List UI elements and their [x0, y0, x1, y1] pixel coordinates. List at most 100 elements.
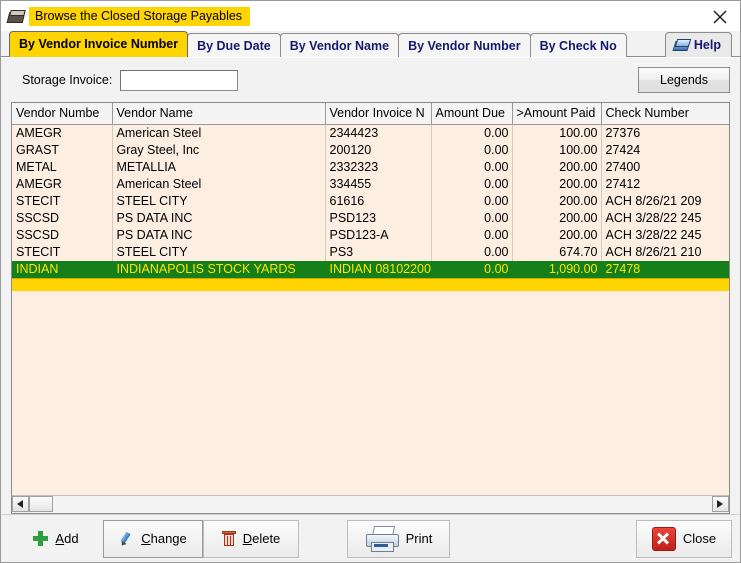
- change-label-rest: hange: [150, 531, 187, 546]
- cell-amount-due: 0.00: [431, 261, 513, 278]
- table-row[interactable]: INDIAN INDIANAPOLIS STOCK YARDS INDIAN 081…: [12, 261, 729, 278]
- column-header-vendor-invoice-number[interactable]: Vendor Invoice N: [325, 103, 432, 125]
- column-header-vendor-name[interactable]: Vendor Name: [112, 103, 326, 125]
- cell-amount-due: 0.00: [431, 227, 513, 244]
- table-row[interactable]: AMEGR American Steel 334455 0.00 200.00 27412: [12, 176, 729, 193]
- cell-vendor-invoice-number: 334455: [325, 176, 432, 193]
- tab-by-vendor-name[interactable]: By Vendor Name: [279, 33, 400, 57]
- delete-button[interactable]: Delete: [203, 519, 299, 558]
- tab-by-vendor-number[interactable]: By Vendor Number: [398, 33, 531, 57]
- pencil-icon: [119, 531, 134, 548]
- column-header-amount-paid[interactable]: >Amount Paid: [512, 103, 602, 125]
- cell-check-number: 27424: [601, 142, 729, 159]
- help-label: Help: [693, 37, 721, 52]
- tab-by-vendor-invoice-number[interactable]: By Vendor Invoice Number: [9, 31, 189, 57]
- selection-marker-strip: [12, 278, 729, 291]
- table-row[interactable]: GRAST Gray Steel, Inc 200120 0.00 100.00 2742…: [12, 142, 729, 159]
- column-header-amount-due[interactable]: Amount Due: [431, 103, 513, 125]
- cell-vendor-name: STEEL CITY: [112, 244, 326, 261]
- tab-by-check-no[interactable]: By Check No: [529, 33, 627, 57]
- title-bar: Browse the Closed Storage Payables: [1, 1, 740, 31]
- grid-header-table: Vendor Numbe Vendor Name Vendor Invoice …: [12, 103, 729, 125]
- cell-vendor-number: STECIT: [12, 244, 113, 261]
- cell-amount-paid: 100.00: [512, 142, 602, 159]
- tab-by-due-date[interactable]: By Due Date: [187, 33, 281, 57]
- table-row[interactable]: METAL METALLIA 2332323 0.00 200.00 27400: [12, 159, 729, 176]
- delete-label-rest: elete: [252, 531, 281, 546]
- cell-check-number: 27376: [601, 125, 729, 142]
- window-title: Browse the Closed Storage Payables: [29, 6, 251, 26]
- add-button[interactable]: Add: [9, 520, 103, 558]
- cell-amount-paid: 200.00: [512, 227, 602, 244]
- table-row[interactable]: SSCSD PS DATA INC PSD123 0.00 200.00 ACH 3/28…: [12, 210, 729, 227]
- cell-check-number: ACH 3/28/22 245: [601, 227, 729, 244]
- cell-vendor-invoice-number: PSD123: [325, 210, 432, 227]
- cell-vendor-name: PS DATA INC: [112, 227, 326, 244]
- cell-check-number: 27478: [601, 261, 729, 278]
- add-label-rest: dd: [64, 531, 79, 546]
- column-header-check-number[interactable]: Check Number: [601, 103, 729, 125]
- print-button[interactable]: Print: [347, 519, 450, 558]
- table-row[interactable]: STECIT STEEL CITY 61616 0.00 200.00 ACH 8/26/…: [12, 193, 729, 210]
- cell-amount-due: 0.00: [431, 125, 513, 142]
- cell-vendor-number: SSCSD: [12, 210, 113, 227]
- cell-amount-paid: 200.00: [512, 176, 602, 193]
- cell-vendor-name: METALLIA: [112, 159, 326, 176]
- cell-amount-paid: 100.00: [512, 125, 602, 142]
- cell-check-number: 27400: [601, 159, 729, 176]
- grid-data-table: AMEGR American Steel 2344423 0.00 100.00 2737…: [12, 125, 729, 278]
- table-row[interactable]: STECIT STEEL CITY PS3 0.00 674.70 ACH 8/26/21…: [12, 244, 729, 261]
- table-row[interactable]: SSCSD PS DATA INC PSD123-A 0.00 200.00 ACH 3/…: [12, 227, 729, 244]
- close-button-label: Close: [682, 531, 717, 546]
- change-button-label: Change: [141, 531, 187, 546]
- cell-amount-paid: 200.00: [512, 193, 602, 210]
- scrollbar-thumb[interactable]: [29, 496, 53, 512]
- change-button[interactable]: Change: [103, 519, 203, 558]
- horizontal-scrollbar[interactable]: [12, 495, 729, 513]
- cell-vendor-name: American Steel: [112, 125, 326, 142]
- cell-amount-due: 0.00: [431, 210, 513, 227]
- cell-vendor-name: American Steel: [112, 176, 326, 193]
- print-button-label: Print: [405, 531, 433, 546]
- cell-check-number: ACH 8/26/21 209: [601, 193, 729, 210]
- legends-button[interactable]: Legends: [638, 67, 730, 93]
- cell-vendor-invoice-number: INDIAN 08102200: [325, 261, 432, 278]
- cell-amount-paid: 674.70: [512, 244, 602, 261]
- cell-amount-due: 0.00: [431, 244, 513, 261]
- cell-vendor-number: METAL: [12, 159, 113, 176]
- close-x-icon: [651, 526, 676, 551]
- cell-amount-due: 0.00: [431, 193, 513, 210]
- cell-amount-paid: 200.00: [512, 210, 602, 227]
- cell-check-number: 27412: [601, 176, 729, 193]
- browse-closed-storage-payables-window: Browse the Closed Storage Payables By Ve…: [0, 0, 741, 563]
- window-close-icon[interactable]: [710, 7, 730, 27]
- scrollbar-track[interactable]: [29, 496, 712, 513]
- cell-amount-due: 0.00: [431, 142, 513, 159]
- help-button[interactable]: Help: [664, 32, 732, 57]
- close-button[interactable]: Close: [636, 519, 732, 558]
- scroll-right-arrow-icon[interactable]: [712, 496, 729, 512]
- table-row[interactable]: AMEGR American Steel 2344423 0.00 100.00 2737…: [12, 125, 729, 142]
- trash-icon: [221, 531, 236, 546]
- scroll-left-arrow-icon[interactable]: [12, 496, 29, 512]
- cell-vendor-invoice-number: 61616: [325, 193, 432, 210]
- cell-vendor-name: PS DATA INC: [112, 210, 326, 227]
- cell-check-number: ACH 8/26/21 210: [601, 244, 729, 261]
- cell-vendor-invoice-number: 2344423: [325, 125, 432, 142]
- cell-vendor-number: INDIAN: [12, 261, 113, 278]
- storage-cabinet-icon: [6, 9, 26, 23]
- storage-invoice-input[interactable]: [120, 69, 239, 91]
- column-header-vendor-number[interactable]: Vendor Numbe: [12, 103, 113, 125]
- payables-grid: Vendor Numbe Vendor Name Vendor Invoice …: [11, 102, 730, 514]
- cell-amount-paid: 1,090.00: [512, 261, 602, 278]
- cell-vendor-number: AMEGR: [12, 176, 113, 193]
- cell-vendor-name: INDIANAPOLIS STOCK YARDS: [112, 261, 326, 278]
- delete-button-label: Delete: [242, 531, 281, 546]
- grid-header-row: Vendor Numbe Vendor Name Vendor Invoice …: [12, 103, 729, 125]
- cell-amount-paid: 200.00: [512, 159, 602, 176]
- cell-vendor-number: SSCSD: [12, 227, 113, 244]
- book-icon: [672, 38, 692, 52]
- cell-vendor-number: AMEGR: [12, 125, 113, 142]
- cell-vendor-invoice-number: 2332323: [325, 159, 432, 176]
- cell-vendor-name: STEEL CITY: [112, 193, 326, 210]
